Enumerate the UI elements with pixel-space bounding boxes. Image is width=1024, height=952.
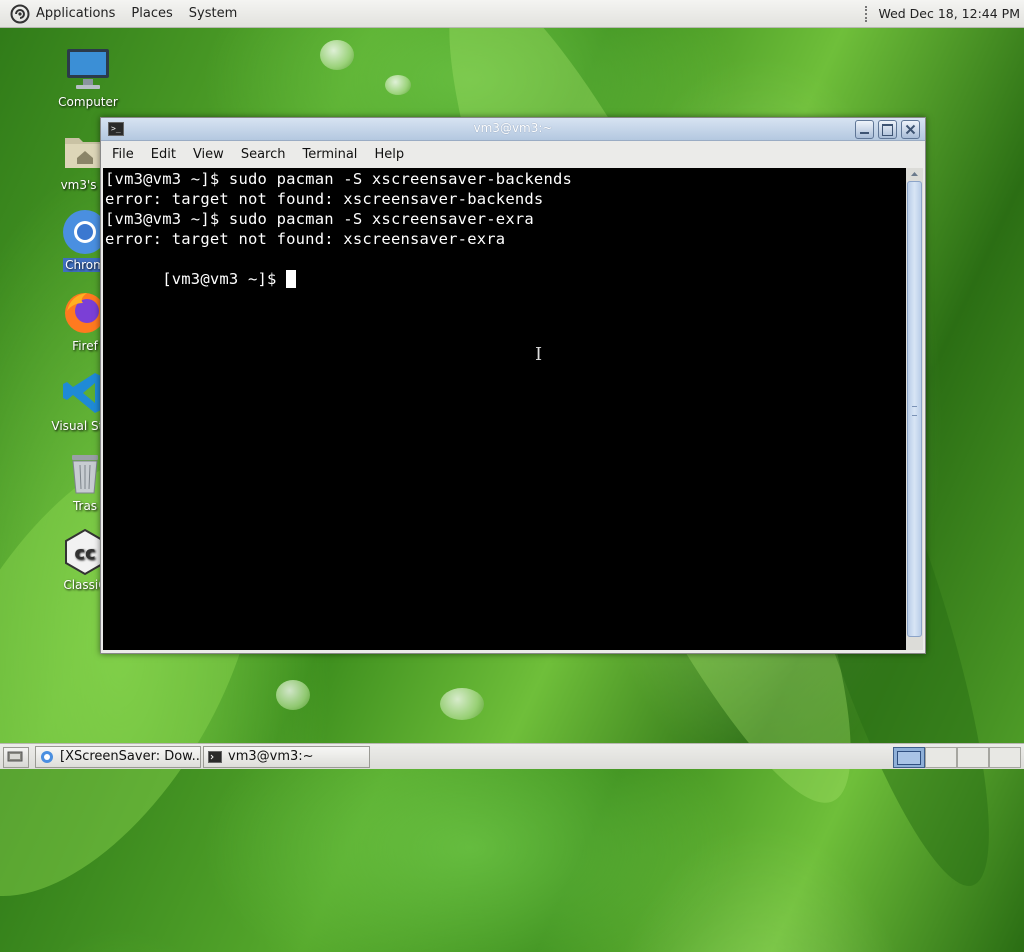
- menu-edit[interactable]: Edit: [145, 147, 182, 162]
- water-droplet: [320, 40, 354, 70]
- system-menu[interactable]: System: [181, 0, 245, 27]
- panel-handle-icon[interactable]: [865, 5, 870, 22]
- show-desktop-button[interactable]: [3, 747, 29, 768]
- terminal-output[interactable]: [vm3@vm3 ~]$ sudo pacman -S xscreensaver…: [103, 168, 906, 650]
- water-droplet: [385, 75, 411, 95]
- monitor-icon: [64, 45, 112, 93]
- taskbar-item-browser[interactable]: [XScreenSaver: Dow...: [35, 746, 201, 768]
- scrollbar-grip-icon: [912, 406, 917, 416]
- bottom-panel: [XScreenSaver: Dow... vm3@vm3:~: [0, 743, 1024, 769]
- menu-search[interactable]: Search: [235, 147, 292, 162]
- menu-help[interactable]: Help: [368, 147, 410, 162]
- desktop-icon-label: Computer: [58, 95, 118, 109]
- clock[interactable]: Wed Dec 18, 12:44 PM: [878, 6, 1024, 21]
- text-cursor: [286, 270, 297, 288]
- terminal-scrollbar[interactable]: [906, 168, 923, 650]
- workspace-4[interactable]: [989, 747, 1021, 768]
- minimize-icon[interactable]: [855, 120, 874, 139]
- water-droplet: [276, 680, 310, 710]
- taskbar-item-label: [XScreenSaver: Dow...: [60, 749, 201, 764]
- menu-view[interactable]: View: [187, 147, 230, 162]
- taskbar-item-terminal[interactable]: vm3@vm3:~: [203, 746, 370, 768]
- workspace-3[interactable]: [957, 747, 989, 768]
- terminal-prompt-line: [vm3@vm3 ~]$: [105, 249, 297, 288]
- distro-logo-icon[interactable]: [10, 4, 30, 24]
- desktop-icon-label: Firef: [72, 339, 98, 353]
- browser-icon: [41, 751, 53, 763]
- scroll-up-arrow-icon[interactable]: [906, 168, 923, 180]
- terminal-prompt: [vm3@vm3 ~]$: [162, 270, 287, 288]
- maximize-icon[interactable]: [878, 120, 897, 139]
- top-panel: Applications Places System Wed Dec 18, 1…: [0, 0, 1024, 28]
- terminal-line: [vm3@vm3 ~]$ sudo pacman -S xscreensaver…: [105, 170, 573, 188]
- svg-text:cc: cc: [74, 543, 95, 564]
- desktop-icon-computer[interactable]: Computer: [43, 45, 133, 109]
- terminal-line: [vm3@vm3 ~]$ sudo pacman -S xscreensaver…: [105, 210, 534, 228]
- taskbar-item-label: vm3@vm3:~: [228, 749, 314, 764]
- clock-area: Wed Dec 18, 12:44 PM: [865, 0, 1024, 27]
- terminal-line: error: target not found: xscreensaver-ba…: [105, 190, 544, 208]
- menu-terminal[interactable]: Terminal: [296, 147, 363, 162]
- terminal-line: error: target not found: xscreensaver-ex…: [105, 230, 506, 248]
- terminal-menubar: File Edit View Search Terminal Help: [101, 141, 925, 167]
- scrollbar-thumb[interactable]: [907, 181, 922, 637]
- menu-file[interactable]: File: [106, 147, 140, 162]
- show-desktop-icon: [7, 751, 23, 762]
- water-droplet: [440, 688, 484, 720]
- window-title: vm3@vm3:~: [473, 121, 553, 135]
- desktop-icon-label: Tras: [72, 499, 98, 513]
- window-titlebar[interactable]: >_ vm3@vm3:~: [101, 118, 925, 141]
- terminal-icon: [208, 751, 222, 763]
- applications-menu[interactable]: Applications: [28, 0, 123, 27]
- workspace-2[interactable]: [925, 747, 957, 768]
- workspace-1[interactable]: [893, 747, 925, 768]
- close-icon[interactable]: [901, 120, 920, 139]
- terminal-window: >_ vm3@vm3:~ File Edit View Search Termi…: [100, 117, 926, 654]
- places-menu[interactable]: Places: [123, 0, 180, 27]
- ibeam-cursor-icon: I: [535, 344, 543, 365]
